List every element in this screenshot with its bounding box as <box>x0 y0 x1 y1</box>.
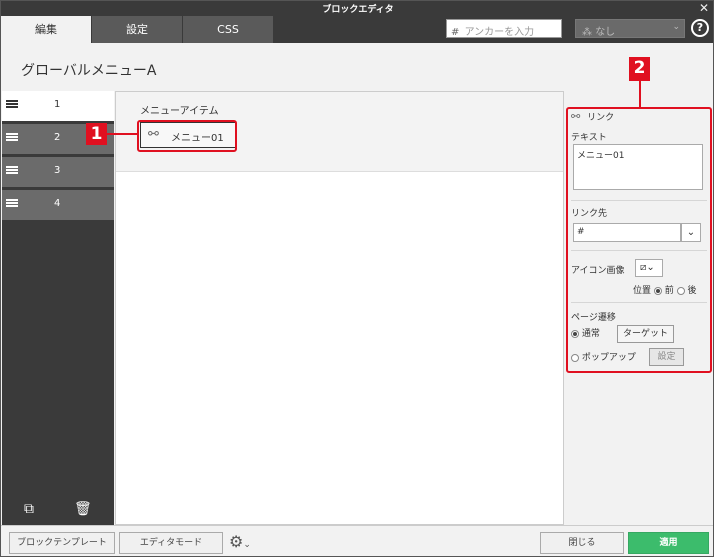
page-title: グローバルメニューA <box>21 63 157 79</box>
close-icon[interactable]: ✕ <box>699 1 709 15</box>
tab-css[interactable]: CSS <box>183 16 273 43</box>
block-list: 1 2 3 4 ⧉ 🗑 <box>2 91 114 525</box>
window-title: ブロックエディタ <box>322 5 394 15</box>
list-item-number: 2 <box>54 132 61 143</box>
menu-editor-panel: メニューアイテム ⚯ メニュー01 <box>115 91 564 525</box>
apply-button[interactable]: 適用 <box>628 532 709 554</box>
drag-handle-icon[interactable] <box>6 199 18 209</box>
callout-1-connector <box>107 133 137 135</box>
close-button[interactable]: 閉じる <box>540 532 624 554</box>
list-item-number: 1 <box>54 99 61 110</box>
drag-handle-icon[interactable] <box>6 166 18 176</box>
list-item[interactable]: 3 <box>2 157 114 187</box>
drag-handle-icon[interactable] <box>6 133 18 143</box>
callout-2-badge: 2 <box>629 57 650 81</box>
style-select[interactable]: ⁂ なし ⌄ <box>575 19 685 38</box>
chevron-down-icon: ⌄ <box>243 540 251 550</box>
help-icon[interactable]: ? <box>691 19 709 37</box>
gear-icon[interactable]: ⚙⌄ <box>229 532 251 551</box>
block-template-button[interactable]: ブロックテンプレート <box>9 532 115 554</box>
menu-heading: メニューアイテム <box>140 106 219 117</box>
anchor-input[interactable]: # アンカーを入力 <box>446 19 562 38</box>
drag-handle-icon[interactable] <box>6 100 18 110</box>
trash-icon[interactable]: 🗑 <box>74 501 92 517</box>
title-bar: ブロックエディタ ✕ <box>1 1 713 16</box>
block-editor-window: ブロックエディタ ✕ 編集 設定 CSS # アンカーを入力 ⁂ なし ⌄ ? … <box>0 0 714 557</box>
list-item-number: 4 <box>54 198 61 209</box>
hash-icon: # <box>451 27 460 38</box>
tab-bar: 編集 設定 CSS # アンカーを入力 ⁂ なし ⌄ ? <box>1 16 713 43</box>
callout-2-frame <box>566 107 712 373</box>
callout-1-frame <box>137 120 237 152</box>
callout-1-badge: 1 <box>86 123 107 145</box>
list-item[interactable]: 4 <box>2 190 114 220</box>
footer-bar: ブロックテンプレート エディタモード ⚙⌄ 閉じる 適用 <box>1 525 713 556</box>
tab-settings[interactable]: 設定 <box>92 16 182 43</box>
tab-edit[interactable]: 編集 <box>1 16 91 43</box>
editor-mode-button[interactable]: エディタモード <box>119 532 223 554</box>
list-tools: ⧉ 🗑 <box>2 491 114 525</box>
duplicate-icon[interactable]: ⧉ <box>24 501 34 517</box>
anchor-placeholder: アンカーを入力 <box>464 27 535 38</box>
style-select-value: なし <box>595 27 616 38</box>
callout-2-connector <box>639 81 641 107</box>
list-item-number: 3 <box>54 165 61 176</box>
list-item[interactable]: 1 <box>2 91 114 121</box>
chevron-down-icon: ⌄ <box>672 22 680 32</box>
style-icon: ⁂ <box>582 27 596 38</box>
